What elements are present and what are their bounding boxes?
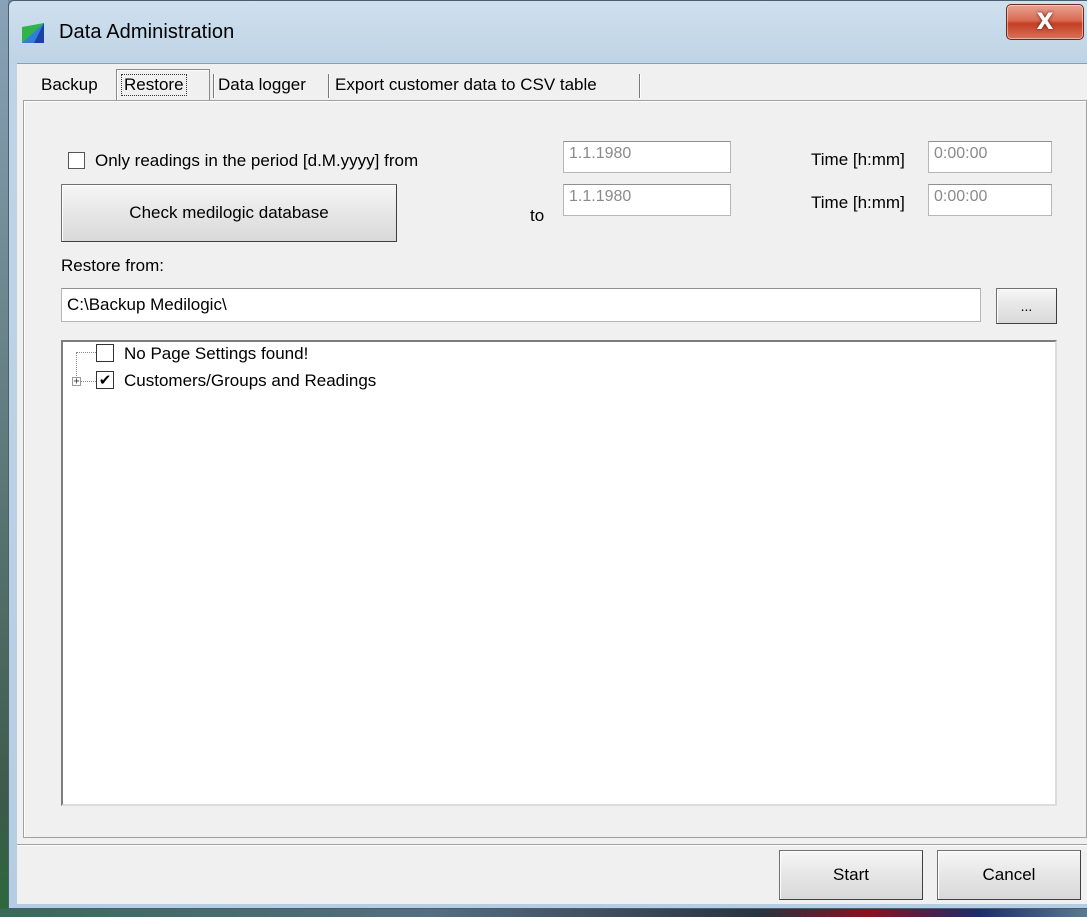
tab-separator	[213, 74, 214, 98]
tree-expand-icon[interactable]: +	[72, 377, 81, 387]
desktop-left-edge	[0, 0, 8, 917]
from-time-input[interactable]: 0:00:00	[928, 141, 1052, 173]
start-button[interactable]: Start	[779, 850, 923, 900]
period-filter-label: Only readings in the period [d.M.yyyy] f…	[95, 151, 419, 170]
tree-item-checkbox[interactable]: ✔	[96, 371, 114, 389]
restore-path-input[interactable]: C:\Backup Medilogic\	[61, 288, 981, 322]
taskbar-edge	[0, 909, 1087, 917]
from-date-input[interactable]: 1.1.1980	[563, 141, 731, 173]
footer-divider	[17, 844, 1087, 846]
tab-data-logger[interactable]: Data logger	[218, 72, 306, 100]
close-button[interactable]: X	[1006, 4, 1084, 40]
from-time-label: Time [h:mm]	[811, 150, 905, 169]
tab-restore[interactable]: Restore	[116, 69, 210, 103]
to-time-input[interactable]: 0:00:00	[928, 184, 1052, 216]
tab-backup[interactable]: Backup	[41, 72, 98, 100]
tab-separator	[328, 74, 329, 98]
app-logo-icon	[22, 23, 44, 43]
title-bar[interactable]: Data Administration X	[9, 1, 1087, 65]
dialog-window: Data Administration X Backup Restore Dat…	[8, 0, 1087, 909]
to-time-label: Time [h:mm]	[811, 193, 905, 212]
check-database-button[interactable]: Check medilogic database	[61, 184, 397, 242]
tree-item-checkbox[interactable]	[96, 344, 114, 362]
period-filter-checkbox[interactable]	[68, 152, 85, 169]
tree-line	[81, 381, 96, 382]
browse-button[interactable]: ...	[996, 288, 1057, 324]
cancel-button[interactable]: Cancel	[937, 850, 1081, 900]
to-date-input[interactable]: 1.1.1980	[563, 184, 731, 216]
restore-from-label: Restore from:	[61, 256, 164, 275]
tab-export-csv[interactable]: Export customer data to CSV table	[335, 72, 597, 100]
close-icon: X	[1036, 9, 1054, 35]
restore-items-tree[interactable]: No Page Settings found! + ✔ Customers/Gr…	[61, 340, 1057, 806]
tree-line	[76, 352, 96, 353]
window-title: Data Administration	[59, 21, 235, 43]
tab-separator	[639, 74, 640, 98]
to-date-label: to	[530, 206, 545, 225]
